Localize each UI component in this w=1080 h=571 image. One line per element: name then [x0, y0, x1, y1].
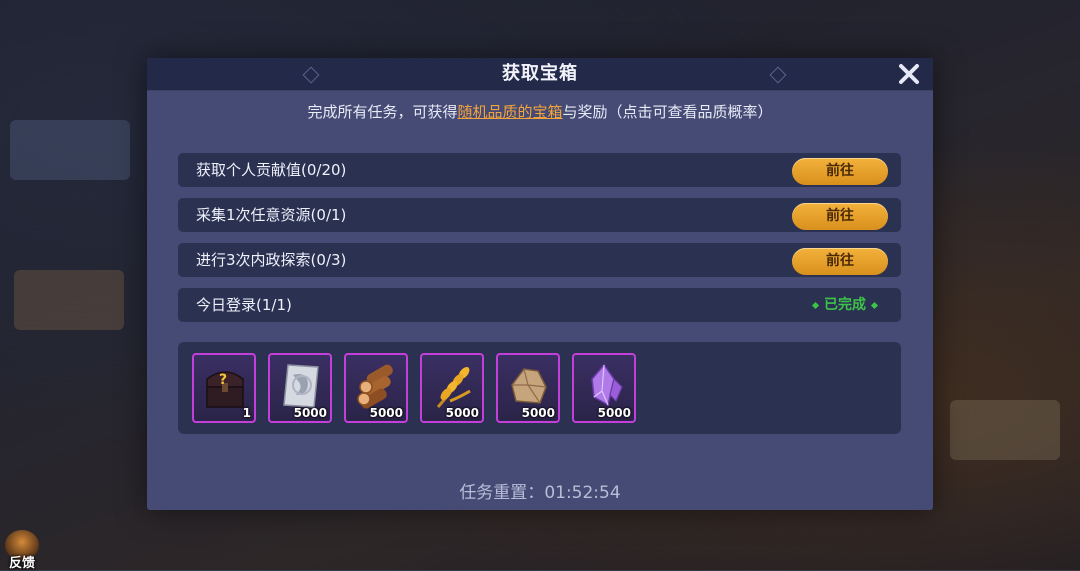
status-dot-icon [811, 301, 820, 309]
reward-mystery-chest[interactable]: ? 1 [192, 353, 256, 423]
get-chest-dialog: 获取宝箱 完成所有任务，可获得随机品质的宝箱与奖励（点击可查看品质概率） 获取个… [147, 58, 933, 510]
background-panel [10, 120, 130, 180]
reward-panel: ? 1 5000 5000 5000 5000 5000 [178, 342, 901, 434]
background-panel [950, 400, 1060, 460]
subtitle-suffix: 与奖励（点击可查看品质概率） [562, 103, 773, 121]
reward-quantity: 5000 [445, 406, 479, 420]
go-button[interactable]: 前往 [792, 203, 888, 230]
reward-quantity: 5000 [369, 406, 403, 420]
task-label: 采集1次任意资源(0/1) [196, 206, 347, 224]
reward-crystal[interactable]: 5000 [572, 353, 636, 423]
wood-logs-icon [357, 364, 393, 409]
dialog-title: 获取宝箱 [502, 63, 578, 84]
wheat-icon [436, 367, 471, 408]
task-label: 进行3次内政探索(0/3) [196, 251, 347, 269]
silver-coin-icon [283, 364, 319, 408]
task-row-gather: 采集1次任意资源(0/1) 前往 [178, 198, 901, 232]
task-row-login: 今日登录(1/1) 已完成 [178, 288, 901, 322]
reward-quantity: 5000 [293, 406, 327, 420]
go-button[interactable]: 前往 [792, 248, 888, 275]
subtitle-prefix: 完成所有任务，可获得 [307, 103, 458, 121]
task-label: 获取个人贡献值(0/20) [196, 161, 347, 179]
reward-grain[interactable]: 5000 [420, 353, 484, 423]
svg-text:?: ? [219, 372, 227, 388]
reward-quantity: 5000 [597, 406, 631, 420]
completed-label: 已完成 [824, 297, 866, 313]
mystery-chest-icon: ? [206, 371, 244, 408]
task-row-explore: 进行3次内政探索(0/3) 前往 [178, 243, 901, 277]
reset-label: 任务重置： [459, 483, 545, 503]
reward-quantity: 5000 [521, 406, 555, 420]
task-label: 今日登录(1/1) [196, 296, 292, 314]
reward-wood[interactable]: 5000 [344, 353, 408, 423]
status-dot-icon [870, 301, 879, 309]
dialog-subtitle: 完成所有任务，可获得随机品质的宝箱与奖励（点击可查看品质概率） [147, 101, 933, 122]
chest-quality-link[interactable]: 随机品质的宝箱 [457, 103, 562, 121]
feedback-button[interactable]: 反馈 [3, 530, 41, 571]
reward-stone[interactable]: 5000 [496, 353, 560, 423]
close-icon [899, 64, 919, 84]
completed-status: 已完成 [811, 288, 879, 322]
stone-icon [511, 368, 547, 404]
reward-quantity: 1 [242, 406, 251, 420]
reset-time: 01:52:54 [544, 483, 621, 503]
reward-silver[interactable]: 5000 [268, 353, 332, 423]
close-button[interactable] [895, 60, 923, 88]
background-panel [14, 270, 124, 330]
feedback-label: 反馈 [8, 556, 35, 571]
task-row-contribution: 获取个人贡献值(0/20) 前往 [178, 153, 901, 187]
dialog-header: 获取宝箱 [147, 58, 933, 91]
go-button[interactable]: 前往 [792, 158, 888, 185]
crystal-icon [591, 363, 623, 407]
task-reset-timer: 任务重置：01:52:54 [147, 478, 933, 503]
